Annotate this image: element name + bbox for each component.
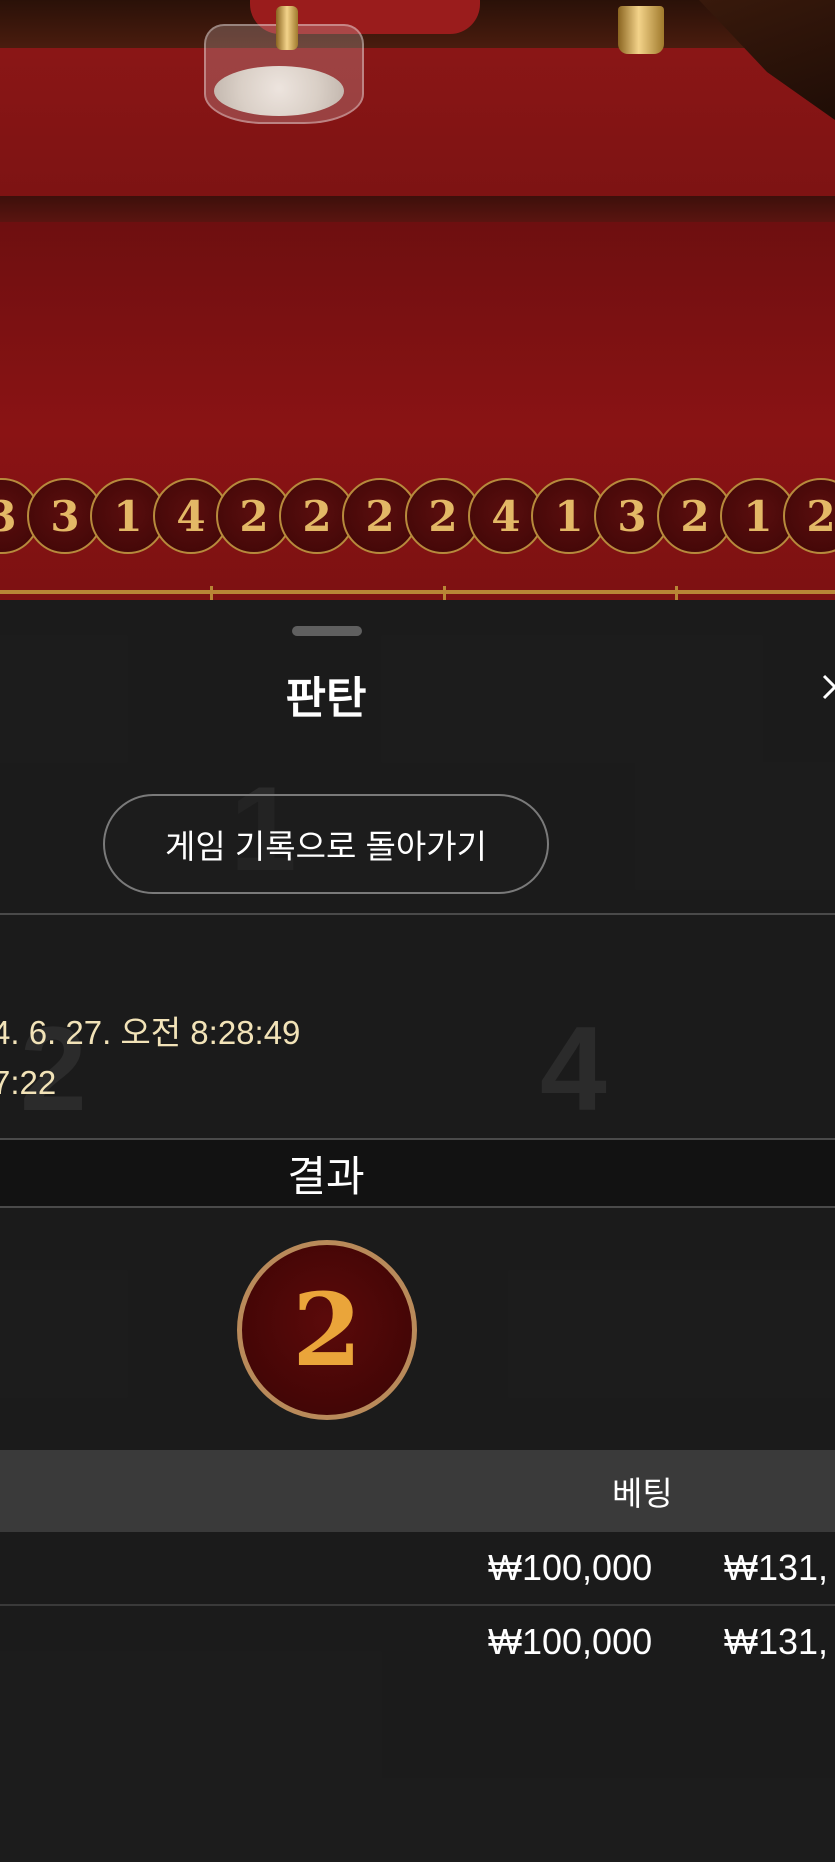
- result-coin: 2: [237, 1240, 417, 1420]
- game-datetime: 4. 6. 27. 오전 8:28:49: [0, 1014, 301, 1051]
- bet-column-header: 베팅: [612, 1475, 673, 1512]
- payout-amount: ₩131,: [724, 1547, 829, 1588]
- gold-trim: [0, 590, 835, 594]
- sheet-grabber[interactable]: [292, 626, 362, 636]
- dome-handle: [276, 6, 298, 50]
- divider: [0, 913, 835, 915]
- result-label: 결과: [287, 1152, 365, 1200]
- bet-amount: ₩100,000: [488, 1621, 653, 1662]
- table-edge: [0, 196, 835, 222]
- table-row: ₩100,000 ₩131,: [0, 1606, 835, 1678]
- history-coin: 2: [783, 478, 835, 554]
- close-icon[interactable]: [820, 672, 835, 702]
- payout-amount: ₩131,: [724, 1621, 829, 1662]
- bet-amount: ₩100,000: [488, 1547, 653, 1588]
- result-history-strip: 33142222413212: [0, 478, 835, 558]
- table-surface: [0, 40, 835, 200]
- result-header: 결과: [0, 1138, 835, 1208]
- app-root: 33142222413212 1 4 2 판탄 게임 기록으로 돌아가기 4. …: [0, 0, 835, 1862]
- back-to-history-button[interactable]: 게임 기록으로 돌아가기: [103, 794, 549, 894]
- gold-trim-tick: [443, 586, 446, 600]
- game-round-id: 7:22: [0, 1064, 57, 1101]
- bet-table-header: 베팅: [0, 1450, 835, 1532]
- table-row: ₩100,000 ₩131,: [0, 1532, 835, 1604]
- game-detail-sheet: 1 4 2 판탄 게임 기록으로 돌아가기 4. 6. 27. 오전 8:28:…: [0, 600, 835, 1862]
- gold-cup: [618, 6, 664, 54]
- board-ghost-digit: 4: [540, 1002, 607, 1136]
- gold-trim-tick: [210, 586, 213, 600]
- sheet-title: 판탄: [285, 674, 367, 723]
- gold-trim-tick: [675, 586, 678, 600]
- live-video: 33142222413212: [0, 0, 835, 600]
